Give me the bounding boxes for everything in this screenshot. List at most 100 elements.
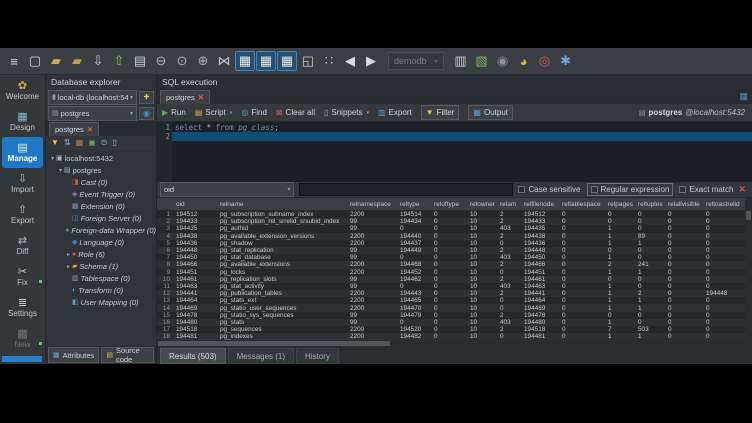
table-row[interactable]: 4194438pg_available_extension_versions22… <box>157 233 745 240</box>
vscroll-thumb[interactable] <box>746 211 751 220</box>
tab-messages-1[interactable]: Messages (1) <box>228 348 294 364</box>
add-connection-button[interactable]: ✚ <box>139 91 154 104</box>
find-button[interactable]: ◎Find <box>241 106 267 119</box>
search-icon[interactable]: ⊙ <box>101 139 108 147</box>
media-icon[interactable]: ▧ <box>472 51 492 71</box>
window-view-icon[interactable]: ◱ <box>298 51 318 71</box>
database-select[interactable]: ▤ postgres ▾ <box>48 106 137 121</box>
export-icon[interactable]: ⇧ <box>109 51 129 71</box>
column-header-relnamespace[interactable]: relnamespace <box>347 198 397 210</box>
sidebar-item-design[interactable]: ▦Design <box>0 106 45 137</box>
run-button[interactable]: ▶Run <box>162 106 186 119</box>
case-sensitive-checkbox[interactable]: Case sensitive <box>518 185 580 194</box>
tree-item[interactable]: ▾▣localhost:5432 <box>46 152 156 164</box>
filter-search-input[interactable] <box>299 183 513 196</box>
tree-item[interactable]: ▸▰Schema (1) <box>46 260 156 272</box>
grid-view-2-icon[interactable]: ▦ <box>256 51 276 71</box>
sidebar-item-fix[interactable]: ✂Fix <box>0 261 45 292</box>
column-header-relpages[interactable]: relpages <box>605 198 635 210</box>
table-row[interactable]: 1194512pg_subscription_subname_index2200… <box>157 211 745 218</box>
sidebar-item-new[interactable]: ▩New <box>0 323 45 354</box>
refresh-icon[interactable]: ▣ <box>88 139 96 147</box>
output-button[interactable]: ▦Output <box>468 105 513 120</box>
sidebar-item-import[interactable]: ⇩Import <box>0 168 45 199</box>
import-icon[interactable]: ⇩ <box>88 51 108 71</box>
code-area[interactable]: select * from pg_class; <box>172 122 752 182</box>
table-row[interactable]: 11194463pg_stat_activity9900104031944630… <box>157 283 745 290</box>
close-icon[interactable]: ✕ <box>87 125 93 134</box>
tree-item[interactable]: ◧User Mapping (0) <box>46 296 156 308</box>
close-icon[interactable]: ✕ <box>198 93 204 102</box>
menu-icon[interactable]: ≡ <box>4 51 24 71</box>
column-header-reltype[interactable]: reltype <box>397 198 431 210</box>
column-header-relallvisible[interactable]: relallvisible <box>665 198 703 210</box>
trash-icon[interactable]: ▯ <box>112 139 116 147</box>
donate-icon[interactable]: ◕ <box>514 51 534 71</box>
table-row[interactable]: 10194461pg_replication_slots991944620102… <box>157 276 745 283</box>
bug-icon[interactable]: ◉ <box>493 51 513 71</box>
regular-expression-checkbox[interactable]: Regular expression <box>587 183 674 196</box>
twisty-icon[interactable]: ▾ <box>49 155 56 162</box>
tab-history[interactable]: History <box>296 348 339 364</box>
table-row[interactable]: 5194436pg_shadow220019443701001944360110… <box>157 240 745 247</box>
sidebar-item-settings[interactable]: ≣Settings <box>0 292 45 323</box>
sort-icon[interactable]: ⇅ <box>64 139 71 147</box>
explorer-tab-postgres[interactable]: postgres ✕ <box>49 122 99 136</box>
filter-column-select[interactable]: oid ▾ <box>160 182 294 197</box>
diagram-icon[interactable]: ⋈ <box>214 51 234 71</box>
new-file-icon[interactable]: ▢ <box>25 51 45 71</box>
columns-icon[interactable]: ▦ <box>76 139 84 147</box>
tree-item[interactable]: ▦Extension (0) <box>46 200 156 212</box>
filter-icon[interactable]: ▼ <box>51 139 59 147</box>
table-row[interactable]: 3194435pg_authid99001040319443501000f <box>157 225 745 232</box>
column-header-rownum[interactable] <box>157 198 173 210</box>
column-header-oid[interactable]: oid <box>173 198 217 210</box>
column-header-relam[interactable]: relam <box>497 198 521 210</box>
table-row[interactable]: 15194478pg_statio_sys_sequences991944790… <box>157 312 745 319</box>
table-row[interactable]: 12194441pg_publication_tables22001944430… <box>157 290 745 297</box>
column-header-reloftype[interactable]: reloftype <box>431 198 467 210</box>
connection-select[interactable]: ▮ local-db (localhost:5432 ▾ <box>48 90 137 105</box>
clear-all-button[interactable]: ⊠Clear all <box>276 106 315 119</box>
panel-corner-icon[interactable]: ▦ <box>739 91 748 102</box>
tree-item[interactable]: ◐Transform (0) <box>46 284 156 296</box>
tab-results-503[interactable]: Results (503) <box>160 348 226 364</box>
forward-icon[interactable]: ▶ <box>361 51 381 71</box>
column-header-relowner[interactable]: relowner <box>467 198 497 210</box>
hscroll-thumb[interactable] <box>158 341 390 346</box>
settings-icon[interactable]: ✱ <box>556 51 576 71</box>
exact-match-checkbox[interactable]: Exact match <box>679 185 733 194</box>
tree-view-icon[interactable]: ∷ <box>319 51 339 71</box>
table-row[interactable]: 8194466pg_available_extensions2200194468… <box>157 261 745 268</box>
zoom-in-icon[interactable]: ⊕ <box>193 51 213 71</box>
table-row[interactable]: 7194450pg_stat_database99001040319445001… <box>157 254 745 261</box>
table-row[interactable]: 14194469pg_statio_user_sequences22001944… <box>157 304 745 311</box>
globe-button[interactable]: ◉ <box>139 107 154 120</box>
table-row[interactable]: 18194481pg_indexes2200194482010019448101… <box>157 333 745 340</box>
table-row[interactable]: 6194448pg_stat_replication99194449010219… <box>157 247 745 254</box>
column-header-relname[interactable]: relname <box>217 198 347 210</box>
column-header-reltoastrelid[interactable]: reltoastrelid <box>703 198 745 210</box>
report-icon[interactable]: ▥ <box>451 51 471 71</box>
snippets-button[interactable]: ▯Snippets▾ <box>324 106 369 119</box>
twisty-icon[interactable]: ▾ <box>57 167 64 174</box>
column-header-reltuples[interactable]: reltuples <box>635 198 665 210</box>
sql-editor[interactable]: 12 select * from pg_class; <box>157 122 752 182</box>
table-row[interactable]: 2194433pg_subscription_rel_srrelid_srsub… <box>157 218 745 225</box>
print-icon[interactable]: ▤ <box>130 51 150 71</box>
tree-item[interactable]: ◫Foreign Server (0) <box>46 212 156 224</box>
table-row[interactable]: 16194480pg_stats99001040319448001000f <box>157 319 745 326</box>
tree-item[interactable]: ◈Event Trigger (0) <box>46 188 156 200</box>
twisty-icon[interactable]: ▸ <box>65 263 72 270</box>
close-filter-icon[interactable]: ✕ <box>738 184 749 195</box>
twisty-icon[interactable]: ▸ <box>65 251 72 258</box>
column-header-relfilenode[interactable]: relfilenode <box>521 198 559 210</box>
filter-button[interactable]: ▼Filter <box>421 105 460 120</box>
sidebar-item-diff[interactable]: ⇄Diff <box>0 230 45 261</box>
tab-attributes[interactable]: ▦Attributes <box>48 347 99 363</box>
back-icon[interactable]: ◀ <box>340 51 360 71</box>
zoom-out-icon[interactable]: ⊖ <box>151 51 171 71</box>
sql-tab-postgres[interactable]: postgres ✕ <box>160 90 210 104</box>
export-button[interactable]: ▥Export <box>378 106 412 119</box>
tree-item[interactable]: ▾▤postgres <box>46 164 156 176</box>
